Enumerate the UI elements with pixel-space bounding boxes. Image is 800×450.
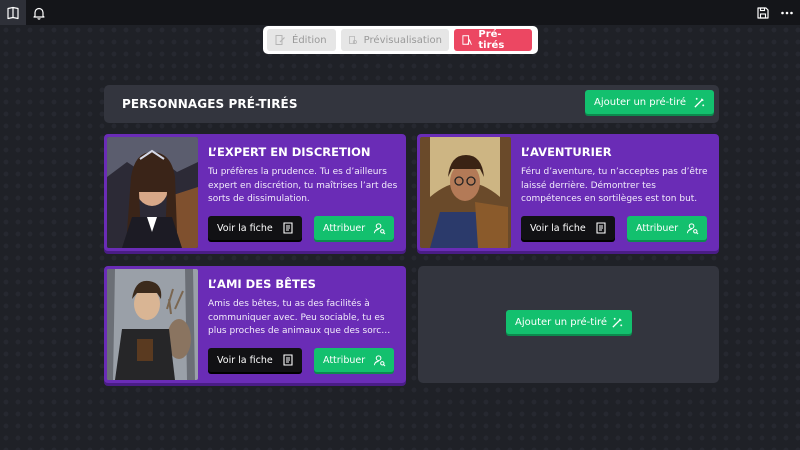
preview-doc-icon xyxy=(349,35,357,45)
card-description: Tu préfères la prudence. Tu es d’ailleur… xyxy=(208,167,398,205)
tab-pre-tires[interactable]: Pré-tirés xyxy=(454,29,532,51)
section-header: PERSONNAGES PRÉ-TIRÉS Ajouter un pré-tir… xyxy=(104,85,719,123)
top-bar xyxy=(0,0,800,25)
tab-previsualisation-label: Prévisualisation xyxy=(363,34,442,46)
add-pretire-label: Ajouter un pré-tiré xyxy=(594,96,687,108)
card-title: L’EXPERT EN DISCRETION xyxy=(208,145,371,159)
save-button[interactable] xyxy=(750,0,776,25)
assign-label: Attribuer xyxy=(323,222,366,234)
card-description: Amis des bêtes, tu as des facilités à co… xyxy=(208,299,391,337)
add-pretire-slot-button[interactable]: Ajouter un pré-tiré xyxy=(506,310,632,334)
book-button[interactable] xyxy=(0,0,26,25)
assign-button[interactable]: Attribuer xyxy=(314,216,394,240)
character-portrait xyxy=(107,137,198,248)
more-icon xyxy=(781,11,793,14)
assign-button[interactable]: Attribuer xyxy=(627,216,707,240)
view-sheet-label: Voir la fiche xyxy=(217,354,273,366)
edit-doc-icon xyxy=(275,35,285,45)
assign-label: Attribuer xyxy=(636,222,679,234)
page-title: PERSONNAGES PRÉ-TIRÉS xyxy=(122,97,298,111)
card-description: Féru d’aventure, tu n’acceptes pas d’êtr… xyxy=(521,167,708,205)
scroll-icon xyxy=(283,354,293,366)
card-title: L’AVENTURIER xyxy=(521,145,612,159)
mode-switch: Édition Prévisualisation Pré-tirés xyxy=(263,26,538,54)
tab-edition[interactable]: Édition xyxy=(267,29,336,51)
character-portrait xyxy=(420,137,511,248)
card-title: L’AMI DES BÊTES xyxy=(208,277,316,291)
scroll-icon xyxy=(283,222,293,234)
view-sheet-button[interactable]: Voir la fiche xyxy=(521,216,615,240)
user-search-icon xyxy=(373,354,386,366)
notifications-button[interactable] xyxy=(26,0,52,25)
character-card: L’AVENTURIER Féru d’aventure, tu n’accep… xyxy=(417,134,719,251)
character-card: L’AMI DES BÊTES Amis des bêtes, tu as de… xyxy=(104,266,406,383)
magic-wand-icon xyxy=(694,97,705,108)
add-pretire-button[interactable]: Ajouter un pré-tiré xyxy=(585,90,714,114)
save-icon xyxy=(757,6,769,19)
assign-label: Attribuer xyxy=(323,354,366,366)
assign-button[interactable]: Attribuer xyxy=(314,348,394,372)
more-button[interactable] xyxy=(774,0,800,25)
tab-edition-label: Édition xyxy=(292,34,327,46)
magic-wand-icon xyxy=(612,317,623,328)
empty-character-slot: Ajouter un pré-tiré xyxy=(418,266,719,383)
view-sheet-label: Voir la fiche xyxy=(530,222,586,234)
book-icon xyxy=(7,6,19,19)
add-pretire-slot-label: Ajouter un pré-tiré xyxy=(515,316,608,328)
view-sheet-button[interactable]: Voir la fiche xyxy=(208,348,302,372)
user-search-icon xyxy=(686,222,699,234)
view-sheet-button[interactable]: Voir la fiche xyxy=(208,216,302,240)
bell-icon xyxy=(33,7,45,20)
character-card: L’EXPERT EN DISCRETION Tu préfères la pr… xyxy=(104,134,406,251)
view-sheet-label: Voir la fiche xyxy=(217,222,273,234)
pretires-doc-icon xyxy=(462,35,472,45)
scroll-icon xyxy=(596,222,606,234)
character-portrait xyxy=(107,269,198,380)
user-search-icon xyxy=(373,222,386,234)
tab-pre-tires-label: Pré-tirés xyxy=(478,29,505,51)
tab-previsualisation[interactable]: Prévisualisation xyxy=(341,29,449,51)
